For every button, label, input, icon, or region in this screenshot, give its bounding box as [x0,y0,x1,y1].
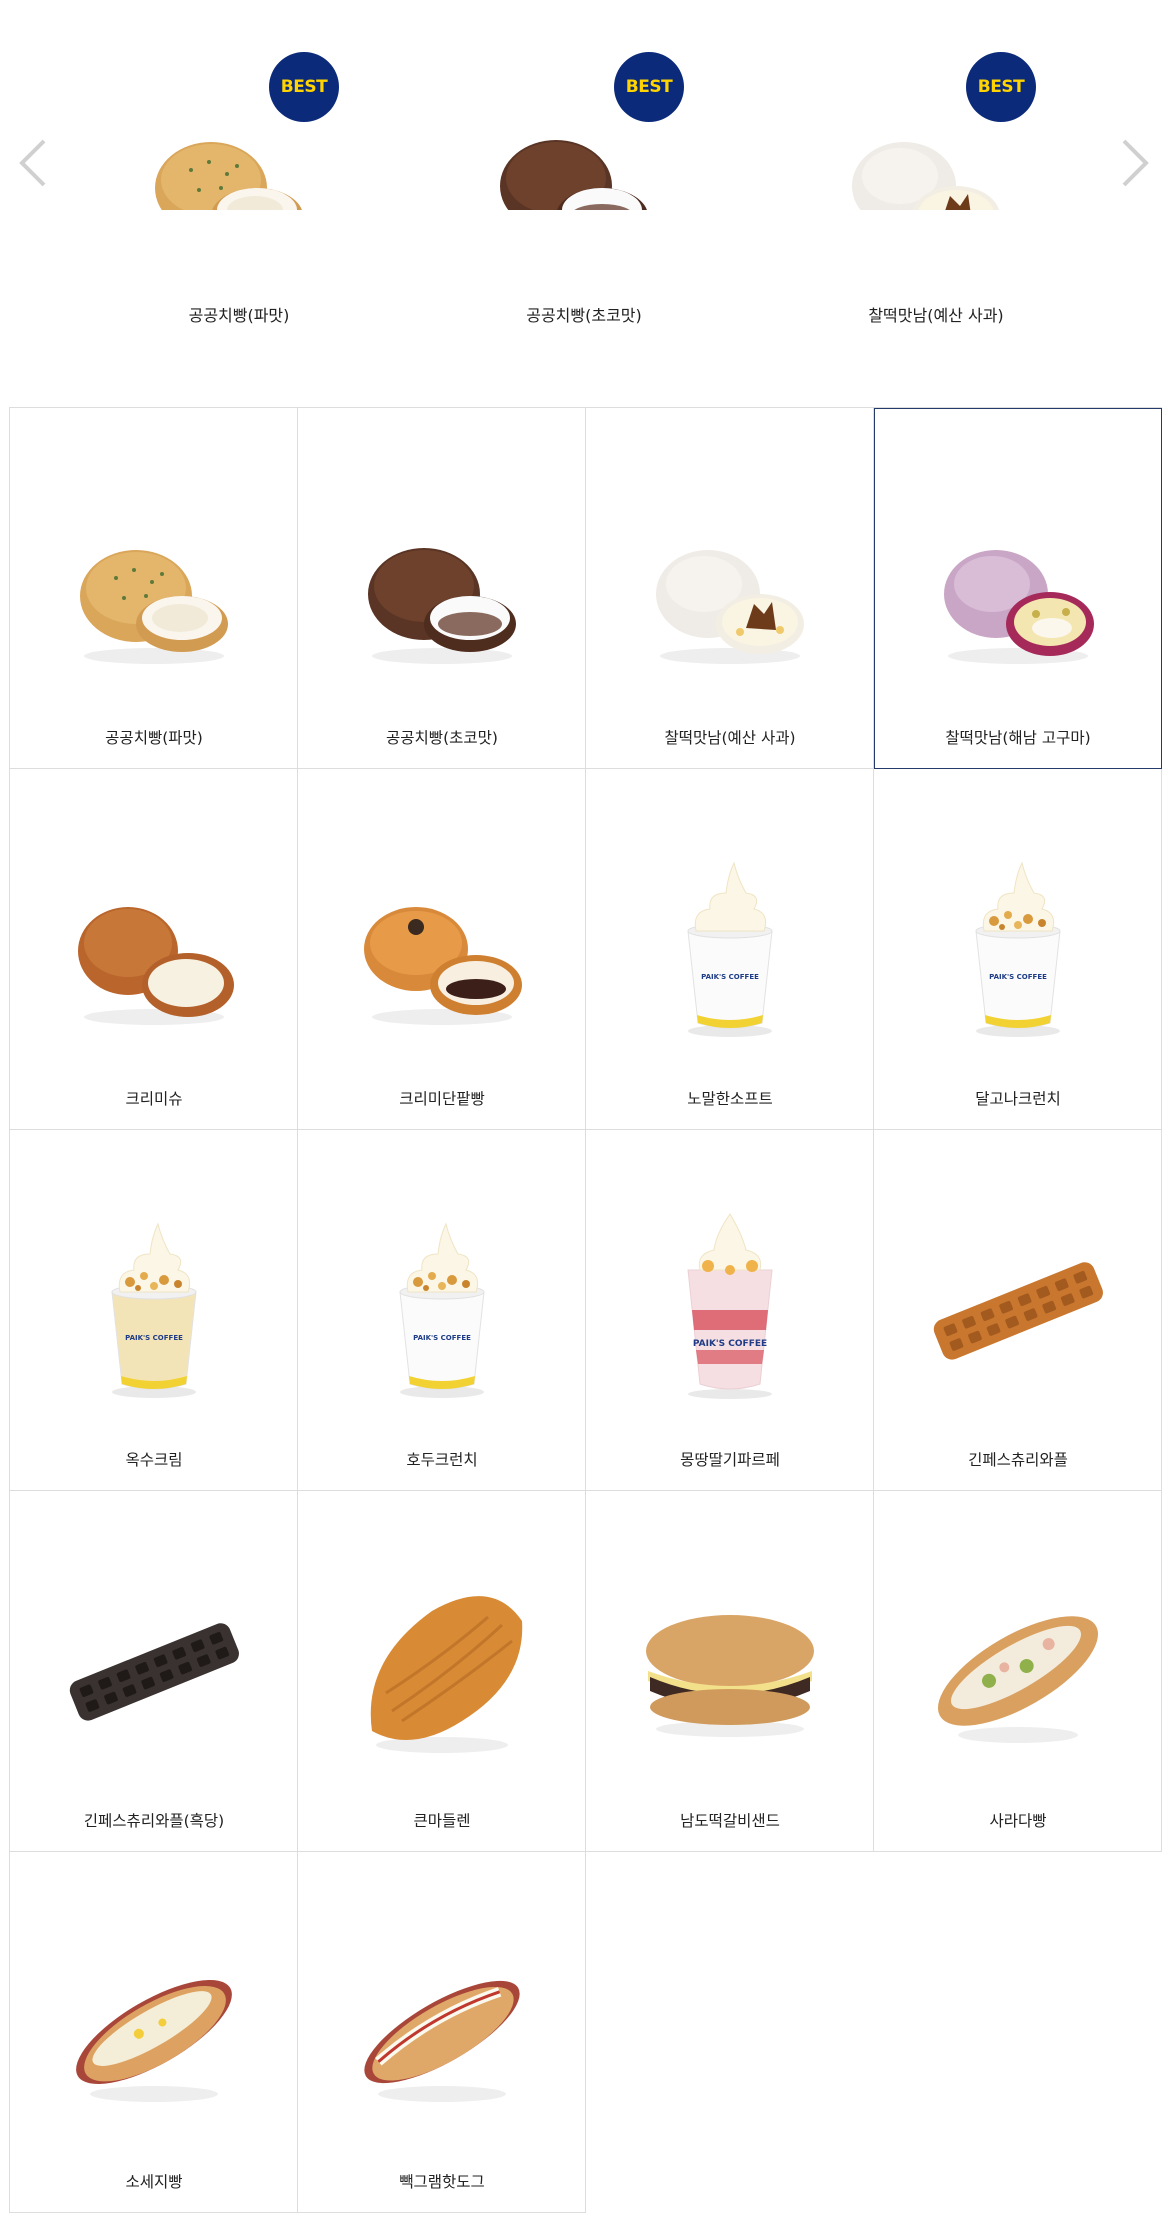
strawberry-parfait-image: PAIK'S COFFEE [630,1200,830,1400]
dalgona-soft-serve-cup-image: PAIK'S COFFEE [918,839,1118,1039]
dark-long-waffle-image [54,1561,254,1761]
apple-rice-cake-image [630,478,830,678]
product-card-selected[interactable]: 찰떡맛남(해남 고구마) [874,408,1162,769]
product-card[interactable]: PAIK'S COFFEE 옥수크림 [10,1130,298,1491]
product-card[interactable]: PAIK'S COFFEE 달고나크런치 [874,769,1162,1130]
chevron-right-icon[interactable] [1118,133,1154,193]
product-name: 소세지빵 [125,2173,183,2191]
product-card[interactable]: 남도떡갈비샌드 [586,1491,874,1852]
long-waffle-image [918,1200,1118,1400]
product-name: 찰떡맛남(예산 사과) [664,729,796,747]
product-name: 찰떡맛남(해남 고구마) [945,729,1091,747]
empty-cell [874,1852,1162,2213]
green-onion-bun-image [54,478,254,678]
hotdog-image [342,1922,542,2122]
product-card[interactable]: 긴페스츄리와플(흑당) [10,1491,298,1852]
best-badge: BEST [614,52,684,122]
product-card[interactable]: 긴페스츄리와플 [874,1130,1162,1491]
sweet-potato-rice-cake-image [918,478,1118,678]
svg-text:PAIK'S COFFEE: PAIK'S COFFEE [413,1334,471,1342]
corn-cream-cup-image: PAIK'S COFFEE [54,1200,254,1400]
product-name: 긴페스츄리와플(흑당) [83,1812,225,1830]
product-card[interactable]: 공공치빵(초코맛) [298,408,586,769]
product-name: 크리미슈 [125,1090,183,1108]
best-badge: BEST [966,52,1036,122]
best-carousel: BEST 공공치빵(파맛) BEST 공공치빵(초코맛) BEST 찰떡맛남(예… [0,0,1168,370]
product-name: 빽그램핫도그 [399,2173,485,2191]
walnut-soft-serve-cup-image: PAIK'S COFFEE [342,1200,542,1400]
empty-cell [586,1852,874,2213]
carousel-item-name: 찰떡맛남(예산 사과) [868,306,1004,325]
best-badge: BEST [269,52,339,122]
salad-bun-image [918,1561,1118,1761]
product-card[interactable]: 크리미슈 [10,769,298,1130]
product-name: 옥수크림 [125,1451,183,1469]
product-name: 몽땅딸기파르페 [680,1451,780,1469]
product-card[interactable]: 사라다빵 [874,1491,1162,1852]
svg-text:PAIK'S COFFEE: PAIK'S COFFEE [989,973,1047,981]
red-bean-bun-image [342,839,542,1039]
carousel-item[interactable]: BEST 공공치빵(초코맛) [434,40,734,340]
product-name: 긴페스츄리와플 [968,1451,1068,1469]
product-card[interactable]: PAIK'S COFFEE 호두크런치 [298,1130,586,1491]
product-name: 남도떡갈비샌드 [680,1812,780,1830]
product-name: 공공치빵(파맛) [105,729,203,747]
product-card[interactable]: 큰마들렌 [298,1491,586,1852]
soft-serve-cup-image: PAIK'S COFFEE [630,839,830,1039]
product-card[interactable]: 빽그램핫도그 [298,1852,586,2213]
chevron-left-icon[interactable] [14,133,50,193]
svg-text:PAIK'S COFFEE: PAIK'S COFFEE [701,973,759,981]
product-card[interactable]: 크리미단팥빵 [298,769,586,1130]
carousel-item-name: 공공치빵(파맛) [188,306,290,325]
galbi-sandwich-image [630,1561,830,1761]
svg-text:PAIK'S COFFEE: PAIK'S COFFEE [693,1339,767,1349]
madeleine-image [342,1561,542,1761]
product-name: 공공치빵(초코맛) [386,729,498,747]
product-card[interactable]: PAIK'S COFFEE 몽땅딸기파르페 [586,1130,874,1491]
product-card[interactable]: 찰떡맛남(예산 사과) [586,408,874,769]
product-card[interactable]: 공공치빵(파맛) [10,408,298,769]
product-name: 달고나크런치 [975,1090,1061,1108]
carousel-item-name: 공공치빵(초코맛) [526,306,642,325]
product-name: 호두크런치 [406,1451,478,1469]
product-card[interactable]: PAIK'S COFFEE 노말한소프트 [586,769,874,1130]
product-name: 사라다빵 [989,1812,1047,1830]
product-name: 노말한소프트 [687,1090,773,1108]
product-name: 큰마들렌 [413,1812,471,1830]
cream-puff-image [54,839,254,1039]
sausage-bread-image [54,1922,254,2122]
chocolate-bun-image [342,478,542,678]
carousel-item[interactable]: BEST 공공치빵(파맛) [89,40,389,340]
product-card[interactable]: 소세지빵 [10,1852,298,2213]
product-name: 크리미단팥빵 [399,1090,485,1108]
svg-text:PAIK'S COFFEE: PAIK'S COFFEE [125,1334,183,1342]
product-grid: 공공치빵(파맛) 공공치빵(초코맛) 찰떡맛남(예산 사과) 찰떡맛남(해남 고… [9,407,1162,2213]
carousel-item[interactable]: BEST 찰떡맛남(예산 사과) [786,40,1086,340]
